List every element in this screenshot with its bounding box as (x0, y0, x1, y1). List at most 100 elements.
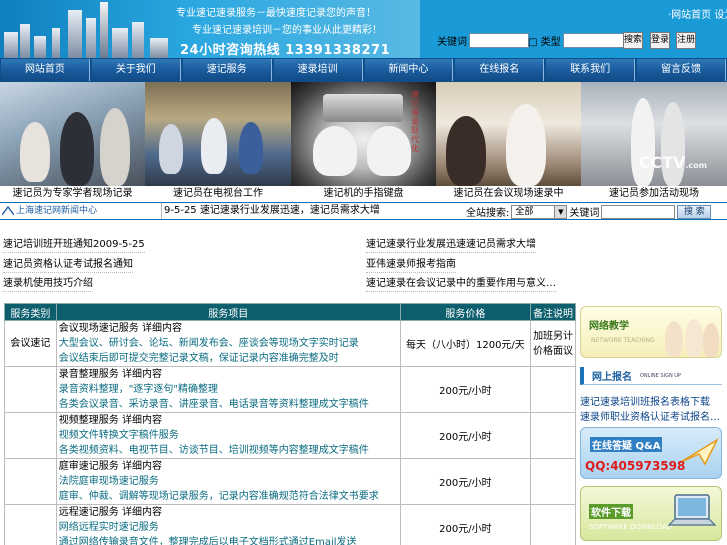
service-title[interactable]: 录音整理服务 详细内容 (59, 367, 400, 382)
software-download-banner[interactable]: 软件下载 SOFTWARE DOWNLOAD (580, 486, 722, 541)
photo-tv-studio[interactable] (145, 82, 291, 186)
service-price-table: 服务类别 服务项目 服务价格 备注说明 会议速记 会议现场速记服务 详细内容 大… (4, 303, 576, 545)
teacher-figure (665, 321, 683, 357)
header-banner: 专业速记速录服务－最快速度记录您的声音！ 专业速记速录培训－您的事业从此更精彩！… (0, 0, 420, 58)
keyword-input[interactable] (469, 33, 529, 48)
caption-photo-1[interactable]: 速记员为专家学者现场记录 (0, 186, 145, 202)
type-input[interactable] (562, 33, 629, 48)
photo-captions: 速记员为专家学者现场记录 速记员在电视台工作 速记机的手指键盘 速记员在会议现场… (0, 186, 727, 202)
online-qa-title-text: 在线答疑 (592, 441, 632, 452)
service-desc-link[interactable]: 会议结束后即可提交完整记录文稿，保证记录内容准确完整及时 (59, 351, 400, 366)
column-header-item: 服务项目 (55, 303, 401, 321)
online-signup-header[interactable]: 网上报名 ONLINE SIGN UP (580, 367, 722, 385)
photo-conference-recording[interactable] (436, 82, 581, 186)
news-item[interactable]: 速记员资格认证考试报名通知 (3, 258, 133, 273)
nav-item-about[interactable]: 关于我们 (91, 59, 181, 81)
cell-item: 会议现场速记服务 详细内容 大型会议、研讨会、论坛、新闻发布会、座谈会等现场文字… (55, 320, 401, 367)
service-title[interactable]: 会议现场速记服务 详细内容 (59, 321, 400, 336)
search-button[interactable]: 搜索 (623, 32, 643, 49)
note-line: 加班另计 (533, 330, 574, 342)
table-header-row: 服务类别 服务项目 服务价格 备注说明 (4, 303, 576, 321)
online-qa-banner[interactable]: 在线答疑 Q&A QQ:405973598 (580, 427, 722, 479)
person-figure (446, 116, 486, 186)
table-row: 会议速记 会议现场速记服务 详细内容 大型会议、研讨会、论坛、新闻发布会、座谈会… (4, 320, 576, 367)
online-teaching-banner[interactable]: 网络教学 NETWORK TEACHING (580, 306, 722, 358)
cell-item: 远程速记服务 详细内容 网络远程实时速记服务 通过网络传输录音文件，整理完成后以… (55, 504, 401, 545)
photo-vertical-text: 速记速录现代化 (411, 90, 419, 153)
banner-slogan-training: 专业速记速录培训－您的事业从此更精彩！ (192, 25, 382, 36)
register-button[interactable]: 注册 (676, 32, 696, 49)
person-figure (506, 104, 546, 186)
service-desc-link[interactable]: 各类会议录音、采访录音、讲座录音、电话录音等资料整理成文字稿件 (59, 397, 400, 412)
service-desc-link[interactable]: 通过网络传输录音文件，整理完成后以电子文档形式通过Email发送 (59, 535, 400, 545)
site-search-button[interactable]: 搜 索 (677, 204, 712, 219)
service-desc-link[interactable]: 网络远程实时速记服务 (59, 520, 400, 535)
column-header-price: 服务价格 (399, 303, 532, 321)
caption-photo-4[interactable]: 速记员在会议现场速录中 (436, 186, 581, 202)
nav-item-service[interactable]: 速记服务 (182, 59, 272, 81)
table-row: 录音整理服务 详细内容 录音资料整理，"逐字逐句"精确整理 各类会议录音、采访录… (4, 366, 576, 413)
ticker-headline[interactable]: 9-5-25 速记速录行业发展迅速，速记员需求大增 (164, 203, 380, 219)
service-desc-link[interactable]: 庭审、仲裁、调解等现场记录服务，记录内容准确规范符合法律文书要求 (59, 489, 400, 504)
service-desc-link[interactable]: 法院庭审现场速记服务 (59, 474, 400, 489)
caption-photo-2[interactable]: 速记员在电视台工作 (145, 186, 291, 202)
news-item[interactable]: 速记速录在会议记录中的重要作用与意义… (366, 277, 556, 292)
login-button[interactable]: 登录 (650, 32, 670, 49)
person-figure (201, 118, 227, 174)
qq-number[interactable]: QQ:405973598 (585, 459, 685, 473)
skyline-building (86, 18, 96, 58)
laptop-icon (667, 494, 717, 526)
nav-item-contact[interactable]: 联系我们 (546, 59, 636, 81)
news-item[interactable]: 速记速录行业发展迅速速记员需求大增 (366, 238, 536, 253)
set-homepage-link[interactable]: ·网站首页 设为首页 (668, 6, 727, 21)
search-scope-value: 全部 (515, 206, 534, 217)
service-title[interactable]: 远程速记服务 详细内容 (59, 505, 400, 520)
site-keyword-label: 关键词 (569, 208, 600, 219)
cell-note (530, 366, 576, 413)
service-title[interactable]: 庭审速记服务 详细内容 (59, 459, 400, 474)
service-desc-link[interactable]: 各类视频资料、电视节目、访谈节目、培训视频等内容整理成文字稿件 (59, 443, 400, 458)
news-item[interactable]: 速录机使用技巧介绍 (3, 277, 93, 292)
nav-item-home[interactable]: 网站首页 (1, 59, 90, 81)
site-search-input[interactable] (601, 204, 676, 219)
caption-photo-3[interactable]: 速记机的手指键盘 (291, 186, 436, 202)
chevron-down-icon: ▼ (554, 205, 567, 218)
news-item-title: 速记培训班开班通知 (3, 239, 93, 250)
photo-event-site[interactable]: CCTV.com (581, 82, 727, 186)
cell-category (4, 504, 57, 545)
news-item-title: 亚伟速录师报考指南 (366, 259, 456, 270)
photo-stenotype-keyboard[interactable]: 速记速录现代化 (291, 82, 436, 186)
nav-item-signup[interactable]: 在线报名 (455, 59, 545, 81)
table-row: 视频整理服务 详细内容 视频文件转换文字稿件服务 各类视频资料、电视节目、访谈节… (4, 412, 576, 459)
note-line: 价格面议 (533, 345, 574, 357)
news-item[interactable]: 速记培训班开班通知2009-5-25 (3, 238, 145, 253)
nav-item-news[interactable]: 新闻中心 (364, 59, 454, 81)
hand-figure (313, 126, 357, 176)
teacher-figure (703, 323, 719, 357)
online-teaching-title: 网络教学 (589, 321, 629, 332)
nav-item-training[interactable]: 速录培训 (273, 59, 363, 81)
news-item-date: 2009-5-25 (93, 239, 145, 250)
cell-note (530, 412, 576, 459)
service-desc-link[interactable]: 录音资料整理，"逐字逐句"精确整理 (59, 382, 400, 397)
person-figure (239, 122, 263, 174)
nav-item-feedback[interactable]: 留言反馈 (637, 59, 726, 81)
person-figure (631, 98, 655, 186)
search-scope-select[interactable]: 全部 ▼ (511, 204, 568, 219)
service-desc-link[interactable]: 视频文件转换文字稿件服务 (59, 428, 400, 443)
software-download-subtitle: SOFTWARE DOWNLOAD (589, 523, 673, 531)
service-desc-link[interactable]: 大型会议、研讨会、论坛、新闻发布会、座谈会等现场文字实时记录 (59, 336, 400, 351)
photo-experts-meeting[interactable] (0, 82, 145, 186)
signup-link[interactable]: 速录师职业资格认证考试报名… (580, 408, 720, 423)
news-ticker-bar: 上海速记网新闻中心 9-5-25 速记速录行业发展迅速，速记员需求大增 全站搜索… (0, 202, 727, 220)
header-search-type: □ 类型 (528, 33, 629, 48)
service-title[interactable]: 视频整理服务 详细内容 (59, 413, 400, 428)
news-item[interactable]: 亚伟速录师报考指南 (366, 258, 456, 273)
banner-hotline: 24小时咨询热线 13391338271 (180, 43, 391, 58)
header-search-keyword: 关键词 (437, 33, 529, 48)
cell-price: 每天（八小时）1200元/天 (399, 320, 532, 367)
caption-photo-5[interactable]: 速记员参加活动现场 (581, 186, 727, 202)
news-item-title: 速记速录行业发展迅速速记员需求大增 (366, 239, 536, 250)
skyline-building (4, 32, 18, 58)
signup-link[interactable]: 速记速录培训班报名表格下载 (580, 393, 710, 408)
